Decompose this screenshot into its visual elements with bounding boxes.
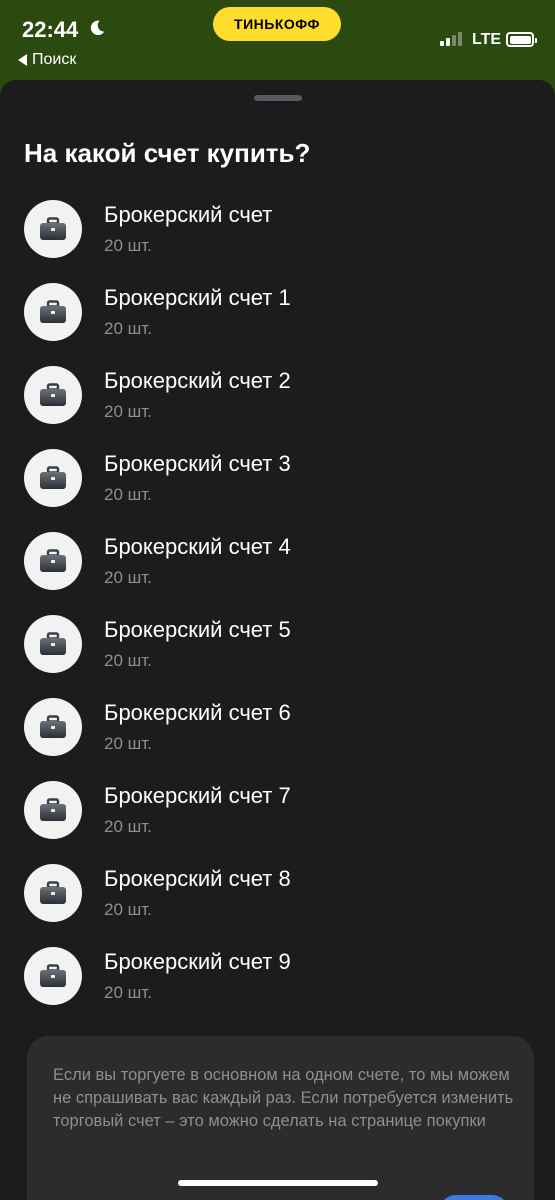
account-name: Брокерский счет: [104, 202, 273, 227]
account-avatar: [24, 449, 82, 507]
account-avatar: [24, 781, 82, 839]
account-quantity: 20 шт.: [104, 402, 152, 421]
briefcase-icon: [40, 549, 66, 572]
account-avatar: [24, 532, 82, 590]
account-item-6[interactable]: Брокерский счет 6 20 шт.: [0, 692, 555, 775]
account-quantity: 20 шт.: [104, 236, 152, 255]
back-label: Поиск: [32, 51, 77, 68]
account-quantity: 20 шт.: [104, 319, 152, 338]
account-quantity: 20 шт.: [104, 734, 152, 753]
account-avatar: [24, 283, 82, 341]
briefcase-icon: [40, 964, 66, 987]
account-avatar: [24, 698, 82, 756]
account-avatar: [24, 864, 82, 922]
account-avatar: [24, 200, 82, 258]
account-item-9[interactable]: Брокерский счет 9 20 шт.: [0, 941, 555, 1024]
account-item-8[interactable]: Брокерский счет 8 20 шт.: [0, 858, 555, 941]
briefcase-icon: [40, 881, 66, 904]
account-quantity: 20 шт.: [104, 651, 152, 670]
account-name: Брокерский счет 5: [104, 617, 291, 642]
back-to-search-link[interactable]: Поиск: [18, 51, 76, 69]
account-list: Брокерский счет 20 шт. Брокерский счет 1…: [0, 194, 555, 1024]
sheet-title: На какой счет купить?: [24, 138, 311, 168]
battery-icon: [506, 32, 537, 47]
briefcase-icon: [40, 383, 66, 406]
status-bar: 22:44 Поиск ТИНЬКОФФ LTE: [0, 0, 555, 80]
account-name: Брокерский счет 6: [104, 700, 291, 725]
account-item-5[interactable]: Брокерский счет 5 20 шт.: [0, 609, 555, 692]
back-arrow-icon: [18, 54, 27, 66]
moon-icon: [90, 20, 105, 36]
account-quantity: 20 шт.: [104, 900, 152, 919]
home-indicator: [178, 1180, 378, 1186]
briefcase-icon: [40, 466, 66, 489]
account-item-7[interactable]: Брокерский счет 7 20 шт.: [0, 775, 555, 858]
remember-account-toggle[interactable]: [439, 1195, 509, 1200]
briefcase-icon: [40, 217, 66, 240]
status-time: 22:44: [22, 17, 79, 42]
account-item-4[interactable]: Брокерский счет 4 20 шт.: [0, 526, 555, 609]
account-name: Брокерский счет 1: [104, 285, 291, 310]
cellular-signal-icon: [440, 32, 462, 46]
briefcase-icon: [40, 715, 66, 738]
account-name: Брокерский счет 9: [104, 949, 291, 974]
account-name: Брокерский счет 3: [104, 451, 291, 476]
account-picker-sheet: На какой счет купить? Брокерский счет 20…: [0, 80, 555, 1200]
account-name: Брокерский счет 4: [104, 534, 291, 559]
account-quantity: 20 шт.: [104, 485, 152, 504]
network-type: LTE: [472, 31, 502, 48]
account-name: Брокерский счет 7: [104, 783, 291, 808]
account-name: Брокерский счет 2: [104, 368, 291, 393]
account-quantity: 20 шт.: [104, 983, 152, 1002]
account-item-0[interactable]: Брокерский счет 20 шт.: [0, 194, 555, 277]
info-card: Если вы торгуете в основном на одном сче…: [27, 1036, 534, 1200]
account-avatar: [24, 366, 82, 424]
account-avatar: [24, 615, 82, 673]
account-quantity: 20 шт.: [104, 817, 152, 836]
account-avatar: [24, 947, 82, 1005]
account-quantity: 20 шт.: [104, 568, 152, 587]
sheet-grabber[interactable]: [254, 95, 302, 101]
briefcase-icon: [40, 300, 66, 323]
account-item-2[interactable]: Брокерский счет 2 20 шт.: [0, 360, 555, 443]
brand-logo-pill: ТИНЬКОФФ: [213, 7, 341, 41]
account-item-3[interactable]: Брокерский счет 3 20 шт.: [0, 443, 555, 526]
info-text: Если вы торгуете в основном на одном сче…: [53, 1066, 514, 1130]
briefcase-icon: [40, 632, 66, 655]
account-name: Брокерский счет 8: [104, 866, 291, 891]
briefcase-icon: [40, 798, 66, 821]
account-item-1[interactable]: Брокерский счет 1 20 шт.: [0, 277, 555, 360]
